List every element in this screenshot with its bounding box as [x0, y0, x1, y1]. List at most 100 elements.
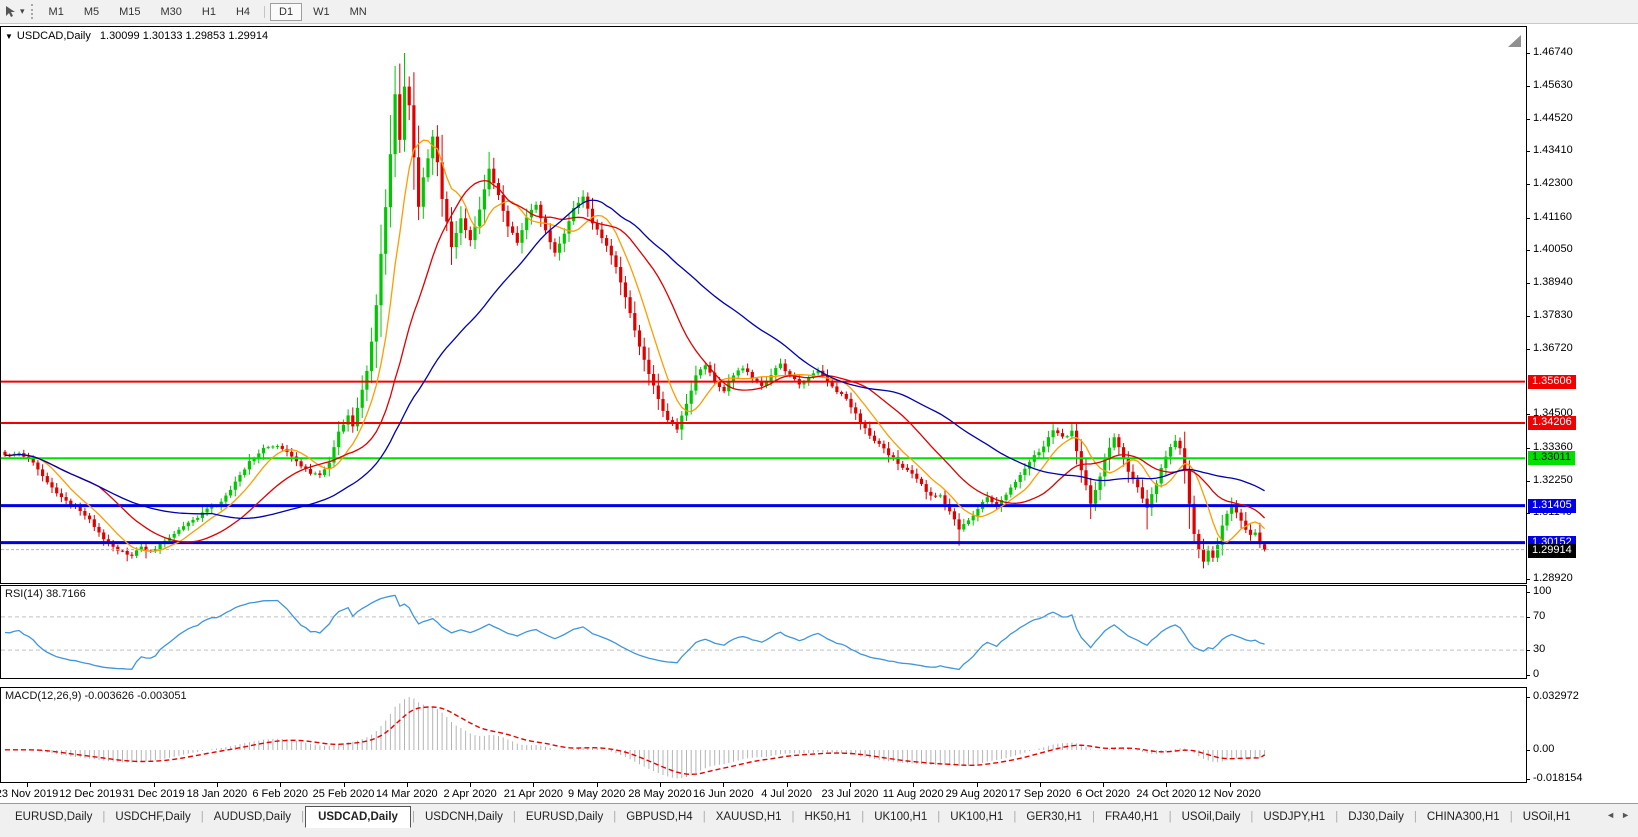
price-level-badge: 1.35606: [1528, 374, 1576, 389]
timeframe-button-w1[interactable]: W1: [304, 3, 339, 21]
time-axis-tick: 29 Aug 2020: [945, 788, 1008, 800]
chart-tab-usoil-h1[interactable]: USOil,H1: [1514, 807, 1580, 827]
time-axis-tick-mark: [470, 783, 472, 787]
chevron-down-icon[interactable]: ▾: [20, 6, 25, 17]
time-axis-tick-mark: [660, 783, 661, 787]
chart-tab-usdchf-daily[interactable]: USDCHF,Daily: [106, 807, 199, 827]
axis-tick-mark: [1527, 250, 1530, 252]
timeframe-button-h4[interactable]: H4: [227, 3, 259, 21]
time-axis-tick: 25 Feb 2020: [312, 788, 375, 800]
time-axis-tick-mark: [913, 783, 915, 787]
price-axis-tick: 1.40050: [1533, 243, 1573, 256]
rsi-indicator-panel: RSI(14) 38.7166: [0, 585, 1527, 679]
current-price-badge: 1.29914: [1528, 543, 1576, 558]
axis-tick-mark: [1527, 85, 1530, 87]
cursor-tool-icon[interactable]: [2, 4, 20, 20]
time-axis-tick-mark: [1103, 783, 1105, 787]
tab-scroll-right-icon[interactable]: ►: [1621, 810, 1630, 820]
chart-tabs: EURUSD,Daily | USDCHF,Daily | AUDUSD,Daily | U…: [0, 804, 1602, 829]
toolbar-grip[interactable]: [30, 4, 33, 19]
axis-tick-mark: [1527, 616, 1530, 618]
time-axis-tick-mark: [280, 783, 282, 787]
chart-tab-audusd-daily[interactable]: AUDUSD,Daily: [205, 807, 300, 827]
macd-axis-tick: 0.032972: [1533, 690, 1579, 703]
chart-tab-usoil-daily[interactable]: USOil,Daily: [1173, 807, 1250, 827]
time-axis-tick: 31 Dec 2019: [122, 788, 185, 800]
time-axis-tick-mark: [153, 783, 155, 787]
price-axis-tick: 1.45630: [1533, 78, 1573, 91]
price-axis-tick: 1.32250: [1533, 473, 1573, 486]
rsi-axis-tick: 30: [1533, 643, 1546, 656]
timeframe-button-h1[interactable]: H1: [193, 3, 225, 21]
price-level-badge: 1.34206: [1528, 415, 1576, 430]
axis-tick-mark: [1527, 675, 1530, 676]
time-axis-tick-mark: [1229, 783, 1231, 787]
tab-scroll-nav: ◄ ►: [1602, 804, 1638, 820]
price-axis-tick: 1.46740: [1533, 46, 1573, 58]
toolbar: ▾ M1 M5 M15 M30 H1 H4 D1 W1 MN: [0, 0, 1638, 24]
time-axis-tick: 21 Apr 2020: [503, 788, 564, 800]
axis-tick-mark: [1527, 151, 1530, 153]
time-axis-tick: 12 Nov 2020: [1198, 788, 1261, 800]
time-axis-tick: 12 Dec 2019: [59, 788, 122, 800]
timeframe-button-m30[interactable]: M30: [152, 3, 191, 21]
macd-canvas[interactable]: [0, 687, 1527, 783]
chart-tab-usdcad-daily[interactable]: USDCAD,Daily: [305, 805, 411, 828]
timeframe-button-m1[interactable]: M1: [40, 3, 73, 21]
time-axis-tick: 24 Oct 2020: [1136, 788, 1197, 800]
time-axis-tick-mark: [1166, 783, 1168, 787]
chart-tab-eurusd-daily[interactable]: EURUSD,Daily: [6, 807, 101, 827]
time-axis-tick-mark: [976, 783, 978, 787]
tab-scroll-left-icon[interactable]: ◄: [1606, 810, 1615, 820]
time-axis-tick: 6 Oct 2020: [1076, 788, 1131, 800]
axis-tick-mark: [1527, 283, 1530, 285]
chart-tab-usdjpy-h1[interactable]: USDJPY,H1: [1254, 807, 1334, 827]
axis-tick-mark: [1527, 316, 1530, 317]
price-axis-tick: 1.28920: [1533, 572, 1573, 584]
rsi-axis-tick: 70: [1533, 609, 1546, 622]
chart-tab-hk50-h1[interactable]: HK50,H1: [796, 807, 861, 827]
chart-tab-usdcnh-daily[interactable]: USDCNH,Daily: [416, 807, 512, 827]
chart-tab-uk100-h1[interactable]: UK100,H1: [941, 807, 1012, 827]
price-axis-tick: 1.44520: [1533, 111, 1573, 124]
time-axis-tick: 9 May 2020: [567, 788, 626, 800]
main-chart-canvas[interactable]: [0, 26, 1527, 584]
timeframe-button-m5[interactable]: M5: [75, 3, 108, 21]
chart-tab-eurusd-daily[interactable]: EURUSD,Daily: [517, 807, 612, 827]
timeframe-buttons: M1 M5 M15 M30 H1 H4 D1 W1 MN: [39, 2, 377, 21]
chart-tab-dj30-daily[interactable]: DJ30,Daily: [1339, 807, 1413, 827]
price-axis-tick: 1.42300: [1533, 177, 1573, 190]
price-axis-tick: 1.37830: [1533, 309, 1573, 321]
main-chart-panel: ▼ USDCAD,Daily 1.30099 1.30133 1.29853 1.2…: [0, 26, 1527, 584]
rsi-axis-tick: 0: [1533, 668, 1540, 680]
time-axis-tick-mark: [27, 783, 28, 787]
price-axis-tick: 1.36720: [1533, 341, 1573, 354]
toolbar-divider: [264, 5, 266, 18]
time-axis-tick: 23 Nov 2019: [0, 788, 59, 800]
macd-axis-tick: 0.00: [1533, 743, 1555, 755]
chart-tab-bar: EURUSD,Daily | USDCHF,Daily | AUDUSD,Daily | U…: [0, 803, 1638, 837]
rsi-axis-tick: 100: [1533, 585, 1552, 597]
price-axis-tick: 1.43410: [1533, 144, 1573, 157]
chart-tab-china300-h1[interactable]: CHINA300,H1: [1418, 807, 1509, 827]
chart-tab-ger30-h1[interactable]: GER30,H1: [1017, 807, 1091, 827]
trading-terminal-window: ▾ M1 M5 M15 M30 H1 H4 D1 W1 MN ▼ USDCAD,Daily 1.30…: [0, 0, 1638, 837]
price-level-badge: 1.31405: [1528, 498, 1576, 513]
timeframe-button-m15[interactable]: M15: [110, 3, 149, 21]
time-axis-tick-mark: [216, 783, 218, 787]
rsi-canvas[interactable]: [0, 585, 1527, 679]
timeframe-button-mn[interactable]: MN: [341, 3, 376, 21]
price-level-badge: 1.33011: [1528, 451, 1575, 466]
price-axis-tick: 1.38940: [1533, 276, 1573, 289]
chart-tab-xauusd-h1[interactable]: XAUUSD,H1: [707, 807, 791, 827]
axis-tick-mark: [1527, 750, 1530, 751]
chart-tab-gbpusd-h4[interactable]: GBPUSD,H4: [617, 807, 701, 827]
time-axis-tick-mark: [90, 783, 92, 787]
time-axis-tick: 6 Feb 2020: [252, 788, 309, 800]
time-axis-tick-mark: [343, 783, 345, 787]
timeframe-button-d1[interactable]: D1: [270, 2, 303, 21]
chart-tab-uk100-h1[interactable]: UK100,H1: [865, 807, 936, 827]
time-axis-tick-mark: [406, 783, 408, 787]
time-axis-tick-mark: [786, 783, 788, 787]
chart-tab-fra40-h1[interactable]: FRA40,H1: [1096, 807, 1168, 827]
